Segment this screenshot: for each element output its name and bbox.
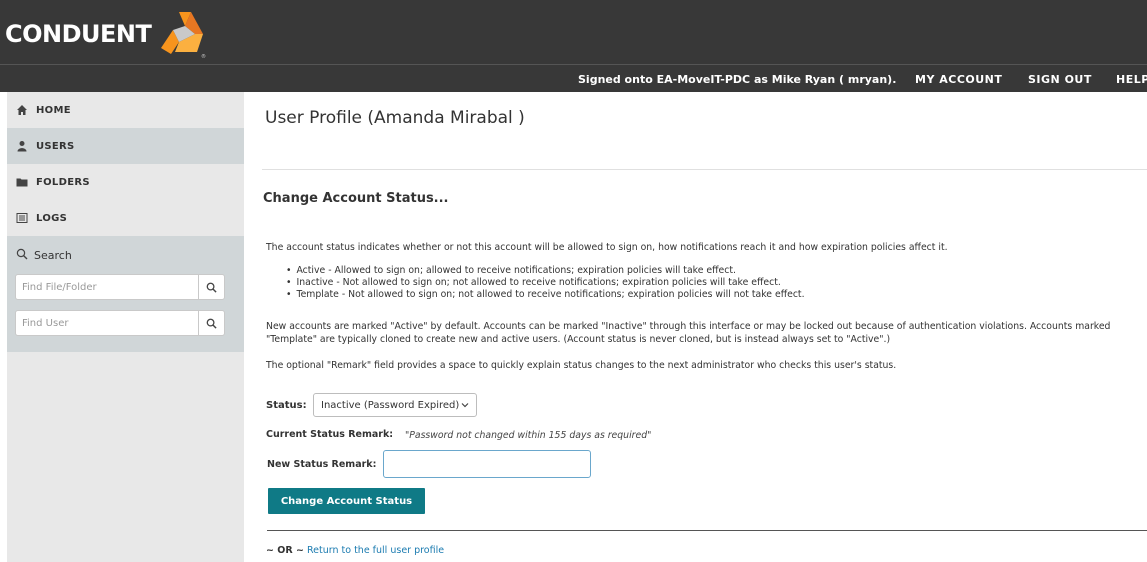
find-file-input[interactable] [16,275,198,299]
find-user-search-button[interactable] [198,311,224,335]
sidebar-item-users[interactable]: USERS [7,128,244,164]
sidebar-item-label: LOGS [36,212,68,224]
search-icon [206,318,217,329]
section-title: Change Account Status... [263,191,449,206]
list-icon [16,212,28,224]
home-icon [16,104,28,116]
search-icon [206,282,217,293]
sidebar-item-label: HOME [36,104,71,116]
user-icon [16,140,28,152]
find-user-input[interactable] [16,311,198,335]
find-user-field [15,310,225,336]
status-definition-active: Active - Allowed to sign on; allowed to … [286,265,805,277]
default-status-note: New accounts are marked "Active" by defa… [266,321,1111,345]
status-intro-text: The account status indicates whether or … [266,242,948,253]
top-header: CONDUENT ® [0,0,1147,64]
status-definitions-list: Active - Allowed to sign on; allowed to … [286,265,805,301]
return-to-profile-link[interactable]: Return to the full user profile [307,545,444,556]
remark-note: The optional "Remark" field provides a s… [266,360,897,371]
search-heading-label: Search [34,249,72,262]
title-divider [262,169,1147,170]
sidebar-item-logs[interactable]: LOGS [7,200,244,236]
signed-on-status: Signed onto EA-MoveIT-PDC as Mike Ryan (… [578,73,897,86]
logo[interactable]: CONDUENT ® [5,9,213,60]
page-title: User Profile (Amanda Mirabal ) [265,108,525,128]
sidebar: HOME USERS FOLDERS LOGS Search [7,92,244,562]
status-definition-inactive: Inactive - Not allowed to sign on; not a… [286,277,805,289]
logo-text: CONDUENT [5,20,152,48]
search-panel: Search [7,236,244,352]
current-status-remark-value: "Password not changed within 155 days as… [405,430,652,441]
folder-icon [16,176,28,188]
or-separator: ~ OR ~ [266,545,304,556]
new-status-remark-input[interactable] [383,450,591,478]
find-file-search-button[interactable] [198,275,224,299]
change-account-status-button[interactable]: Change Account Status [268,488,425,514]
sidebar-item-home[interactable]: HOME [7,92,244,128]
svg-text:®: ® [201,53,206,60]
status-label: Status: [266,400,307,411]
search-heading: Search [16,248,72,263]
my-account-link[interactable]: MY ACCOUNT [915,73,1002,86]
sidebar-item-folders[interactable]: FOLDERS [7,164,244,200]
sidebar-item-label: USERS [36,140,75,152]
sign-out-link[interactable]: SIGN OUT [1028,73,1092,86]
logo-mark-icon: ® [161,12,206,60]
status-select-value: Inactive (Password Expired) [321,399,460,411]
alternative-action: ~ OR ~ Return to the full user profile [266,545,444,556]
bottom-divider [267,530,1147,531]
chevron-down-icon [461,403,469,408]
sidebar-background [7,352,244,562]
help-link[interactable]: HELP [1116,73,1147,86]
status-select[interactable]: Inactive (Password Expired) [313,393,477,417]
nav-bar: Signed onto EA-MoveIT-PDC as Mike Ryan (… [0,64,1147,92]
find-file-field [15,274,225,300]
sidebar-item-label: FOLDERS [36,176,90,188]
new-status-remark-label: New Status Remark: [267,459,377,470]
search-icon [16,248,28,263]
status-definition-template: Template - Not allowed to sign on; not a… [286,289,804,301]
current-status-remark-label: Current Status Remark: [266,429,394,440]
main-content: User Profile (Amanda Mirabal ) Change Ac… [262,92,1147,562]
